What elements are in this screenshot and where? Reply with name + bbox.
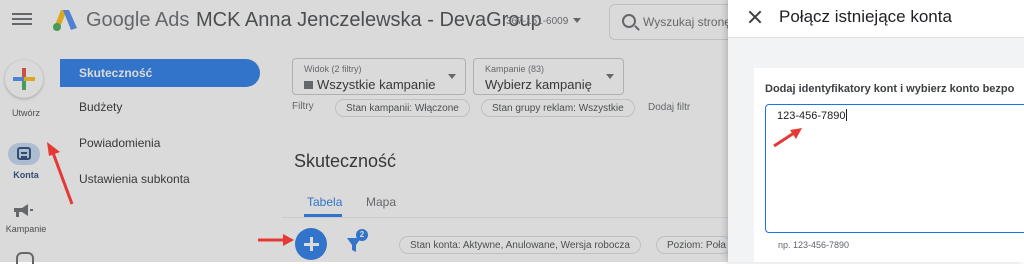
annotation-arrow-icon <box>773 128 802 148</box>
modal-scrim[interactable] <box>0 0 728 262</box>
account-ids-text: 123-456-7890 <box>777 110 846 122</box>
annotation-arrow-icon <box>258 234 294 246</box>
account-ids-hint: np. 123-456-7890 <box>778 240 850 250</box>
panel-header: Połącz istniejące konta <box>728 0 1024 38</box>
annotation-arrow-icon <box>47 142 74 205</box>
account-ids-textarea[interactable]: 123-456-7890 <box>765 104 1024 233</box>
panel-title: Połącz istniejące konta <box>779 7 952 26</box>
google-ads-app: Google Ads MCK Anna Jenczelewska - DevaG… <box>0 0 1024 264</box>
text-cursor <box>845 109 847 121</box>
account-ids-value: 123-456-7890 <box>777 109 847 122</box>
connect-accounts-panel: Połącz istniejące konta Dodaj identyfika… <box>728 0 1024 262</box>
account-ids-card: Dodaj identyfikatory kont i wybierz kont… <box>754 68 1024 262</box>
account-ids-instruction: Dodaj identyfikatory kont i wybierz kont… <box>765 83 1015 95</box>
close-icon[interactable] <box>748 10 762 24</box>
